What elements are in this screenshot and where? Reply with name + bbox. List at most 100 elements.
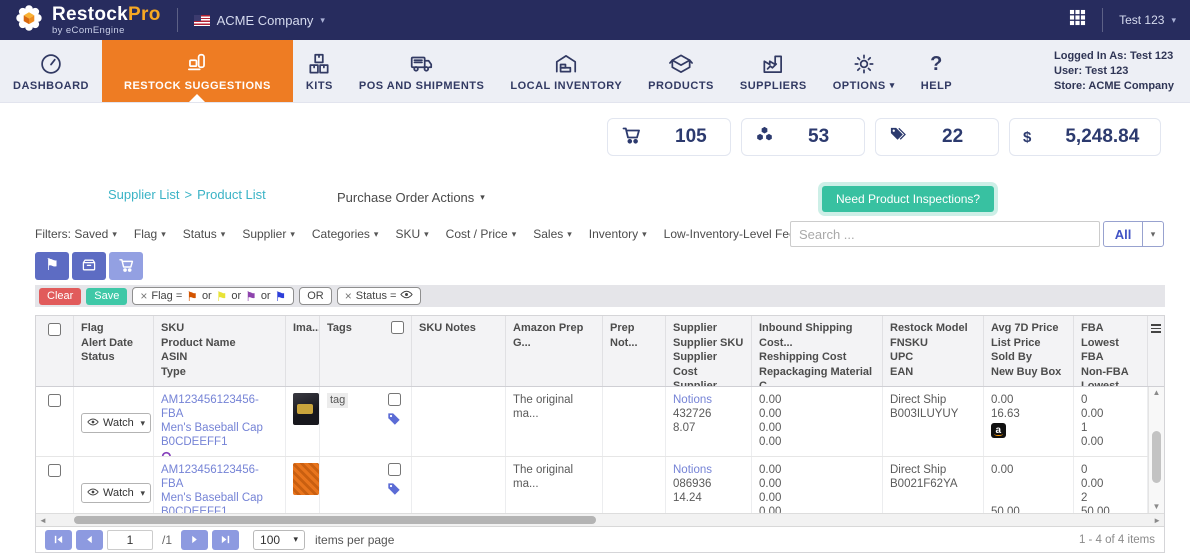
need-product-inspections-button[interactable]: Need Product Inspections? [822, 186, 994, 212]
tag-icon[interactable] [387, 482, 401, 500]
next-page-button[interactable] [181, 530, 208, 550]
search-scope-caret-button[interactable] [1142, 222, 1163, 246]
watch-status-select[interactable]: Watch [81, 483, 151, 503]
items-range-label: 1 - 4 of 4 items [1079, 534, 1155, 546]
nav-item-kits[interactable]: KITS [293, 40, 346, 102]
column-menu-icon[interactable] [1148, 316, 1164, 386]
app-logo[interactable]: RestockPro by eComEngine [14, 3, 161, 38]
header-fba[interactable]: FBA Lowest FBA Non-FBA Lowest non-FB... [1074, 316, 1148, 386]
horizontal-scrollbar-thumb[interactable] [74, 516, 596, 524]
header-tags[interactable]: Tags [320, 316, 412, 386]
header-prices[interactable]: Avg 7D Price List Price Sold By New Buy … [984, 316, 1074, 386]
filter-low-inventory-level-fee[interactable]: Low-Inventory-Level Fee [664, 227, 805, 241]
apps-grid-icon[interactable] [1069, 9, 1086, 31]
filter-cost-price[interactable]: Cost / Price [446, 227, 517, 241]
supplier-link[interactable]: Notions [673, 463, 744, 477]
header-flag[interactable]: Flag Alert Date Status [74, 316, 154, 386]
product-image[interactable] [293, 463, 319, 495]
chevron-down-icon [112, 230, 117, 239]
stat-value: 22 [942, 126, 963, 148]
box-view-button[interactable] [72, 252, 106, 280]
nav-item-options[interactable]: OPTIONS [820, 40, 908, 102]
header-sku-notes[interactable]: SKU Notes [412, 316, 506, 386]
nav-item-restock-suggestions[interactable]: RESTOCK SUGGESTIONS [102, 40, 293, 102]
items-per-page-label: items per page [315, 533, 394, 547]
breadcrumb-supplier-list[interactable]: Supplier List [108, 187, 180, 202]
last-page-button[interactable] [212, 530, 239, 550]
tag-checkbox[interactable] [388, 463, 401, 476]
filter-sku[interactable]: SKU [395, 227, 428, 241]
user-menu[interactable]: Test 123 [1119, 13, 1176, 27]
scroll-up-arrow-icon[interactable]: ▲ [1149, 388, 1164, 398]
stat-value: 105 [675, 126, 707, 148]
vertical-scrollbar-thumb[interactable] [1152, 431, 1161, 483]
row-checkbox[interactable] [48, 394, 61, 407]
gauge-icon [38, 51, 64, 77]
save-filters-button[interactable]: Save [86, 288, 127, 305]
tags-cell [320, 457, 412, 513]
nav-item-help[interactable]: ? HELP [908, 40, 965, 102]
filter-categories[interactable]: Categories [312, 227, 379, 241]
search-scope-all-button[interactable]: All [1104, 222, 1142, 246]
purchase-order-actions-dropdown[interactable]: Purchase Order Actions [337, 190, 485, 205]
scroll-right-arrow-icon[interactable]: ► [1153, 515, 1161, 526]
stat-card-total-value: $ 5,248.84 [1009, 118, 1161, 156]
remove-filter-icon[interactable]: × [140, 289, 147, 303]
nav-item-dashboard[interactable]: DASHBOARD [0, 40, 102, 102]
nav-item-pos-and-shipments[interactable]: POS AND SHIPMENTS [346, 40, 497, 102]
sku-link[interactable]: AM123456123456-FBA Men's Baseball Cap B0… [161, 463, 278, 513]
factory-icon [760, 51, 786, 77]
tags-header-checkbox[interactable] [391, 321, 404, 334]
flag-status-cell: Watch [74, 457, 154, 513]
filter-sales[interactable]: Sales [533, 227, 572, 241]
first-page-button[interactable] [45, 530, 72, 550]
nav-item-suppliers[interactable]: SUPPLIERS [727, 40, 820, 102]
product-image[interactable] [293, 393, 319, 425]
filter-supplier[interactable]: Supplier [242, 227, 295, 241]
filter-flag[interactable]: Flag [134, 227, 166, 241]
nav-item-local-inventory[interactable]: LOCAL INVENTORY [497, 40, 635, 102]
cart-view-button[interactable] [109, 252, 143, 280]
scroll-down-arrow-icon[interactable]: ▼ [1149, 502, 1164, 512]
search-group: All [790, 221, 1164, 247]
filter-status[interactable]: Status [183, 227, 226, 241]
tag-checkbox[interactable] [388, 393, 401, 406]
flag-view-button[interactable] [35, 252, 69, 280]
filter-saved[interactable]: Filters: Saved [35, 227, 117, 241]
horizontal-scrollbar[interactable]: ◄ ► [36, 513, 1164, 526]
select-all-checkbox[interactable] [48, 323, 61, 336]
remove-filter-icon[interactable]: × [345, 289, 352, 303]
header-supplier[interactable]: Supplier Supplier SKU Supplier Cost Supp… [666, 316, 752, 386]
tag-label[interactable]: tag [327, 393, 348, 408]
gear-icon [851, 51, 877, 77]
inbound-costs-cell: 0.00 0.00 0.00 0.00 [752, 387, 883, 456]
company-selector[interactable]: ACME Company [194, 13, 325, 28]
image-cell [286, 457, 320, 513]
supplier-link[interactable]: Notions [673, 393, 744, 407]
filter-inventory[interactable]: Inventory [589, 227, 647, 241]
sku-link[interactable]: AM123456123456-FBA Men's Baseball Cap B0… [161, 393, 278, 449]
header-prep-notes[interactable]: Prep Not... [603, 316, 666, 386]
header-amazon-prep[interactable]: Amazon Prep G... [506, 316, 603, 386]
prev-page-button[interactable] [76, 530, 103, 550]
breadcrumb-product-list[interactable]: Product List [197, 187, 266, 202]
page-number-input[interactable] [107, 530, 153, 550]
vertical-scrollbar[interactable]: ▲ ▼ [1148, 387, 1164, 513]
tag-icon[interactable] [387, 412, 401, 430]
amazon-icon [991, 423, 1006, 438]
watch-status-select[interactable]: Watch [81, 413, 151, 433]
header-sku[interactable]: SKU Product Name ASIN Type [154, 316, 286, 386]
header-restock-model[interactable]: Restock Model FNSKU UPC EAN [883, 316, 984, 386]
chevron-down-icon [1151, 230, 1156, 239]
select-all-cell [36, 316, 74, 386]
scroll-left-arrow-icon[interactable]: ◄ [39, 515, 47, 526]
page-size-select[interactable]: 100 [253, 530, 305, 550]
clear-filters-button[interactable]: Clear [39, 288, 81, 305]
truck-icon [409, 51, 435, 77]
nav-item-products[interactable]: PRODUCTS [635, 40, 727, 102]
header-image[interactable]: Ima... [286, 316, 320, 386]
row-checkbox[interactable] [48, 464, 61, 477]
header-inbound-costs[interactable]: Inbound Shipping Cost... Reshipping Cost… [752, 316, 883, 386]
magnifier-icon[interactable] [161, 451, 174, 456]
search-input[interactable] [790, 221, 1100, 247]
